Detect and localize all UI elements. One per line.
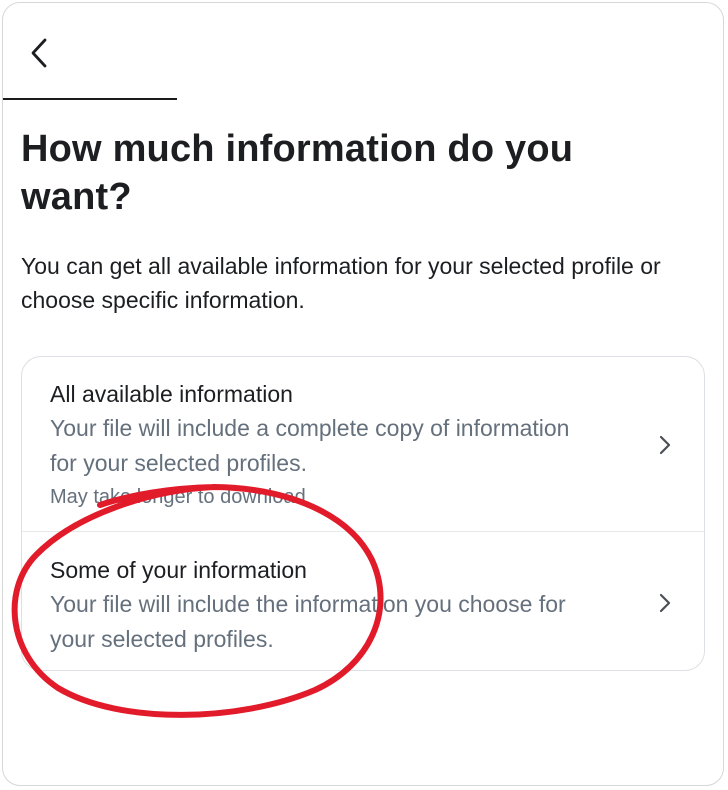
header-divider [3,98,177,100]
options-card: All available information Your file will… [21,356,705,671]
option-note: May take longer to download [50,486,306,508]
option-all-information[interactable]: All available information Your file will… [22,357,704,532]
chevron-right-icon [659,593,671,613]
chevron-right-icon [659,435,671,455]
page-subtitle: You can get all available information fo… [21,253,661,313]
option-description: Your file will include a complete copy o… [50,415,570,476]
page-title: How much information do you want? [21,128,574,218]
option-description: Your file will include the information y… [50,591,566,652]
option-title: All available information [50,381,293,407]
chevron-left-icon [31,38,47,68]
screen-frame: How much information do you want? You ca… [2,2,724,786]
option-some-information[interactable]: Some of your information Your file will … [22,531,704,670]
back-button[interactable] [21,33,57,73]
option-title: Some of your information [50,557,307,583]
